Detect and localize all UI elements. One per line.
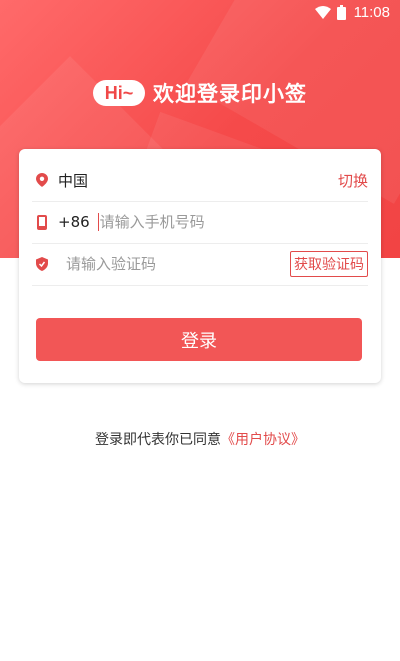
welcome-banner: Hi~ 欢迎登录印小签 (0, 78, 400, 108)
country-label: 中国 (58, 171, 89, 190)
country-row[interactable]: 中国 切换 (32, 159, 368, 202)
country-code: +86 (58, 213, 90, 231)
welcome-title: 欢迎登录印小签 (153, 82, 307, 106)
text-cursor (97, 213, 99, 231)
user-agreement-link[interactable]: 《用户协议》 (221, 432, 305, 448)
location-pin-icon (32, 173, 52, 187)
status-time: 11:08 (353, 3, 390, 21)
login-button[interactable]: 登录 (36, 318, 362, 361)
login-card: 中国 切换 +86 获取验证码 登录 (19, 149, 381, 383)
switch-country-link[interactable]: 切换 (338, 170, 368, 191)
shield-icon (32, 257, 52, 271)
get-code-button[interactable]: 获取验证码 (290, 251, 368, 277)
hi-badge: Hi~ (93, 80, 145, 106)
wifi-icon (314, 5, 331, 19)
agreement-prefix: 登录即代表你已同意 (95, 432, 221, 448)
status-bar: 11:08 (0, 0, 400, 24)
phone-icon (32, 214, 52, 230)
agreement-text: 登录即代表你已同意《用户协议》 (0, 429, 400, 449)
code-row: 获取验证码 (32, 243, 368, 286)
battery-icon (336, 4, 346, 20)
phone-row: +86 (32, 201, 368, 244)
phone-input[interactable] (99, 213, 368, 231)
verification-code-input[interactable] (66, 255, 290, 273)
